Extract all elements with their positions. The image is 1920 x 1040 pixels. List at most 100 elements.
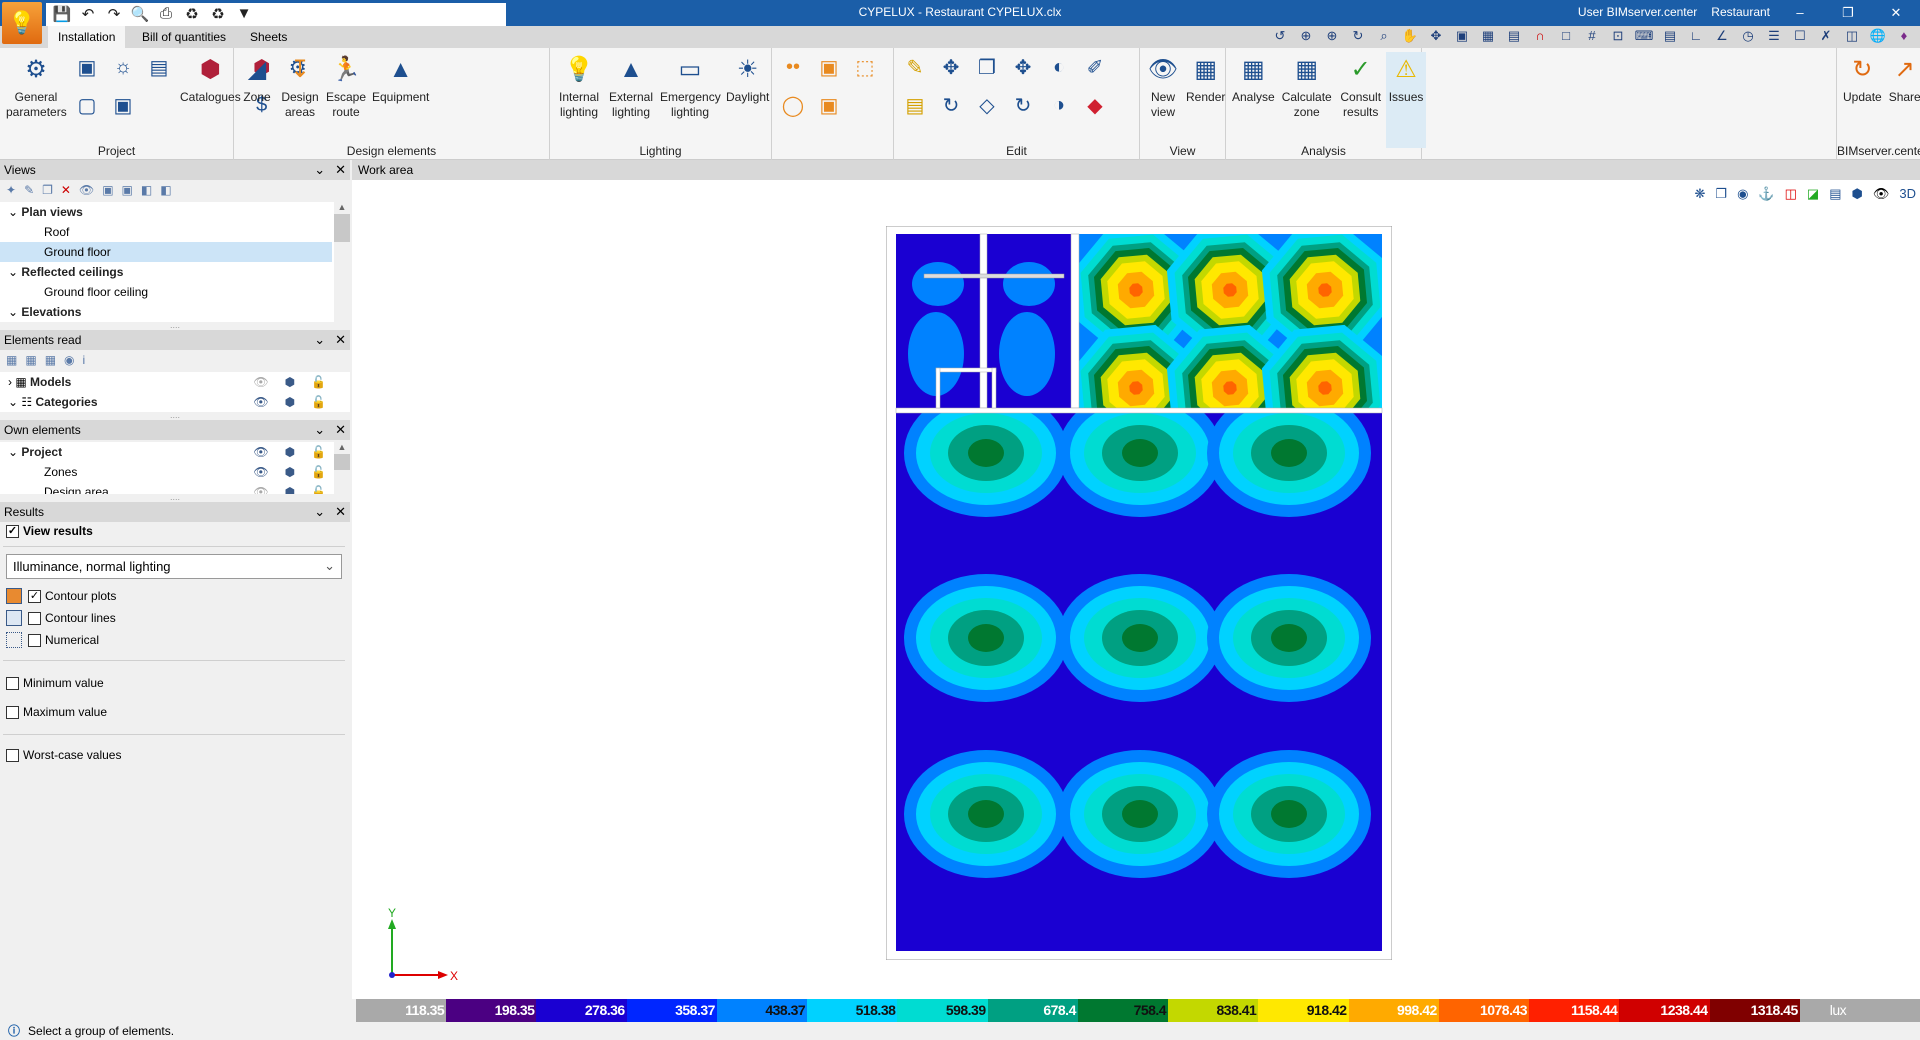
own-elements-scrollbar[interactable]: ▲ — [334, 442, 350, 494]
zoom-all-icon[interactable]: ↺ — [1270, 28, 1290, 46]
move-icon[interactable]: ✥ — [1008, 52, 1038, 82]
delete-view-icon[interactable]: ✕ — [61, 183, 71, 199]
tab-bill-of-quantities[interactable]: Bill of quantities — [132, 26, 236, 48]
calculate-zone-button[interactable]: ▦ Calculate zone — [1278, 52, 1336, 120]
cube-icon[interactable]: ⬢ — [285, 442, 295, 462]
axes-icon[interactable]: ❋ — [1695, 186, 1706, 202]
collapse-icon[interactable]: ⌄ — [314, 420, 325, 440]
zoom-in-icon[interactable]: ⊕ — [1322, 28, 1342, 46]
splitter-handle[interactable]: .... — [0, 493, 350, 502]
consult-results-button[interactable]: ✓ Consult results — [1336, 52, 1386, 120]
customize-icon[interactable]: ▼ — [234, 5, 254, 24]
pan-icon[interactable]: ✋ — [1400, 28, 1420, 46]
tree-item-project[interactable]: ⌄ Project 👁 ⬢ 🔓 — [0, 442, 350, 462]
section-green-icon[interactable]: ◪ — [1807, 186, 1819, 202]
panel-folder-icon[interactable]: ▤ — [144, 52, 174, 82]
circular-array-icon[interactable]: ◯ — [778, 90, 808, 120]
mirror-icon[interactable]: ◐ — [1044, 52, 1074, 82]
zoom-window-icon[interactable]: ⊕ — [1296, 28, 1316, 46]
section-red-icon[interactable]: ◫ — [1785, 186, 1797, 202]
print-icon[interactable]: ⎙ — [156, 5, 176, 24]
rotate-point-icon[interactable]: ↻ — [936, 90, 966, 120]
lock-icon[interactable]: 🔓 — [311, 442, 326, 462]
section-edit-icon[interactable]: ◧ — [160, 183, 171, 199]
close-icon[interactable]: ✕ — [335, 160, 346, 180]
analyse-button[interactable]: ▦ Analyse — [1229, 52, 1278, 105]
bimserver-project[interactable]: Restaurant — [1711, 5, 1770, 19]
copy-icon[interactable]: ❐ — [972, 52, 1002, 82]
update-button[interactable]: ↻ Update — [1840, 52, 1885, 105]
hide-model-icon[interactable]: ◉ — [64, 353, 74, 369]
collapse-icon[interactable]: ⌄ — [314, 502, 325, 522]
equipment-button[interactable]: ▲ Equipment — [369, 52, 432, 105]
result-type-select[interactable]: Illuminance, normal lighting ⌄ — [6, 554, 342, 579]
tree-group-elevations[interactable]: ⌄ Elevations — [0, 302, 350, 322]
tree-item-ground-floor[interactable]: Ground floor — [0, 242, 332, 262]
list-icon[interactable]: ☰ — [1764, 28, 1784, 46]
magnet-icon[interactable]: ∩ — [1530, 28, 1550, 46]
point-array-icon[interactable]: ⬚ — [850, 52, 880, 82]
rotate-icon[interactable]: ↻ — [1008, 90, 1038, 120]
comment-icon[interactable]: ☐ — [1790, 28, 1810, 46]
lock-icon[interactable]: 🔓 — [311, 482, 326, 494]
keyboard-icon[interactable]: ⌨ — [1634, 28, 1654, 46]
escape-route-button[interactable]: 🏃 Escape route — [323, 52, 369, 120]
plug-folder-icon[interactable]: ▣ — [108, 90, 138, 120]
general-parameters-button[interactable]: ⚙ General parameters — [3, 52, 69, 120]
ortho-icon[interactable]: □ — [1556, 28, 1576, 46]
maximum-value-checkbox[interactable]: Maximum value — [6, 705, 107, 719]
render-button[interactable]: ▦ Render — [1183, 52, 1228, 105]
measure-angle-icon[interactable]: ∠ — [1712, 28, 1732, 46]
close-button[interactable]: ✕ — [1872, 0, 1920, 26]
hidden-eye-icon[interactable]: 👁 — [253, 482, 268, 494]
close-icon[interactable]: ✕ — [335, 420, 346, 440]
internal-lighting-button[interactable]: 💡 Internal lighting — [553, 52, 605, 120]
dxf-icon[interactable]: ▦ — [1478, 28, 1498, 46]
view-results-checkbox[interactable]: ✓ View results — [6, 524, 93, 538]
floor-icon[interactable]: ▢ — [72, 90, 102, 120]
rectangle-array-icon[interactable]: ▣ — [814, 52, 844, 82]
views-scrollbar[interactable]: ▲ — [334, 202, 350, 322]
camera-icon[interactable]: ▣ — [102, 183, 113, 199]
brush-icon[interactable]: ✐ — [1080, 52, 1110, 82]
snap-icon[interactable]: ⊡ — [1608, 28, 1628, 46]
merge-icon[interactable]: ▦ — [45, 353, 56, 369]
eye-icon[interactable]: 👁 — [253, 392, 268, 412]
hidden-eye-icon[interactable]: 👁 — [253, 372, 268, 392]
splitter-handle[interactable]: .... — [0, 321, 350, 330]
app-menu-button[interactable]: 💡 — [2, 2, 42, 44]
orbit-icon[interactable]: ✥ — [1426, 28, 1446, 46]
close-icon[interactable]: ✕ — [335, 502, 346, 522]
work-area[interactable]: Work area ❋ ❐ ◉ ⚓ ◫ ◪ ▤ ⬢ 👁 3D Y X — [352, 160, 1920, 999]
eye-icon[interactable]: 👁 — [253, 462, 268, 482]
tree-item-zones[interactable]: Zones 👁 ⬢ 🔓 — [0, 462, 350, 482]
eye-icon[interactable]: 👁 — [253, 442, 268, 462]
share-button[interactable]: ↗ Share — [1885, 52, 1920, 105]
eraser-icon[interactable]: ◆ — [1080, 90, 1110, 120]
tab-sheets[interactable]: Sheets — [240, 26, 297, 48]
ruler-icon[interactable]: ▤ — [900, 90, 930, 120]
lock-icon[interactable]: 🔓 — [311, 462, 326, 482]
cube-icon[interactable]: ⬢ — [285, 462, 295, 482]
emergency-lighting-button[interactable]: ▭ Emergency lighting — [657, 52, 723, 120]
cube-icon[interactable]: ⬢ — [285, 372, 295, 392]
section-icon[interactable]: ◧ — [141, 183, 152, 199]
split-icon[interactable]: ▦ — [25, 353, 36, 369]
expand-icon[interactable]: ▦ — [6, 353, 17, 369]
tree-item-categories[interactable]: ⌄ ☷ Categories 👁 ⬢ 🔓 — [0, 392, 350, 412]
worst-case-values-checkbox[interactable]: Worst-case values — [6, 748, 121, 762]
hide-icon[interactable]: 👁 — [1873, 186, 1890, 202]
cube-icon[interactable]: ⬢ — [285, 392, 295, 412]
collapse-icon[interactable]: ⌄ — [314, 160, 325, 180]
luminaire-folder-icon[interactable]: ☼ — [108, 52, 138, 82]
close-icon[interactable]: ✕ — [335, 330, 346, 350]
flip-icon[interactable]: ◇ — [972, 90, 1002, 120]
angle-icon[interactable]: ∟ — [1686, 28, 1706, 46]
tab-installation[interactable]: Installation — [48, 26, 126, 48]
pencil-icon[interactable]: ✎ — [900, 52, 930, 82]
camera-edit-icon[interactable]: ▣ — [122, 183, 133, 199]
redo-icon[interactable]: ↷ — [104, 5, 124, 24]
cube-icon[interactable]: ⬢ — [285, 482, 295, 494]
tree-item-ground-floor-ceiling[interactable]: Ground floor ceiling — [0, 282, 350, 302]
tree-item-roof[interactable]: Roof — [0, 222, 350, 242]
